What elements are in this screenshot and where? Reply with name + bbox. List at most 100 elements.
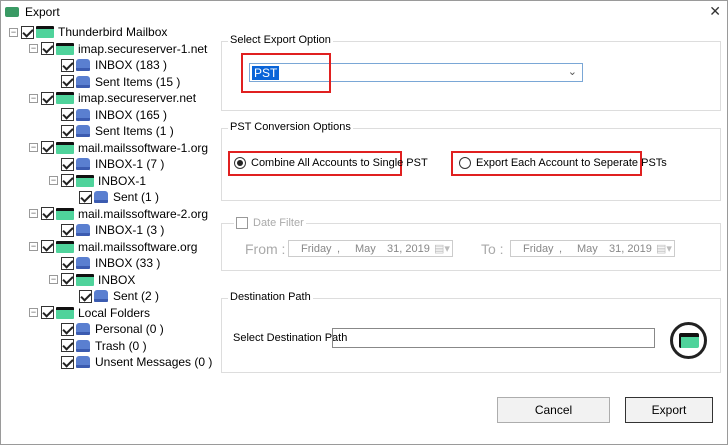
chevron-down-icon: ⌄ bbox=[567, 66, 577, 78]
tree-item[interactable]: Unsent Messages (0 ) bbox=[61, 354, 212, 370]
folder-open-icon bbox=[678, 333, 699, 348]
collapse-icon[interactable]: − bbox=[29, 308, 38, 317]
tree-item[interactable]: − INBOX bbox=[49, 272, 135, 288]
tree-item[interactable]: − Thunderbird Mailbox bbox=[9, 24, 167, 40]
destination-path-input[interactable] bbox=[332, 328, 655, 348]
tree-item-label: imap.secureserver.net bbox=[78, 91, 197, 105]
title-bar: Export ✕ bbox=[1, 1, 727, 23]
checkbox-checked[interactable] bbox=[41, 141, 54, 154]
collapse-icon[interactable]: − bbox=[29, 93, 38, 103]
checkbox-checked[interactable] bbox=[41, 91, 54, 105]
checkbox-checked[interactable] bbox=[61, 58, 74, 72]
checkbox-checked[interactable] bbox=[61, 174, 74, 187]
from-sep: , bbox=[337, 242, 341, 255]
tree-item-label: mail.mailssoftware-2.org bbox=[78, 206, 209, 221]
tree-item-label: INBOX bbox=[98, 272, 136, 287]
tree-item[interactable]: − imap.secureserver.net bbox=[29, 90, 196, 106]
from-date-picker[interactable]: Friday , May 31, 2019 ▤▾ bbox=[288, 240, 453, 257]
combine-radio[interactable]: Combine All Accounts to Single PST bbox=[234, 157, 428, 170]
tree-item-label: Trash (0 ) bbox=[95, 338, 147, 353]
window-title: Export bbox=[25, 5, 60, 19]
destination-label: Select Destination Path bbox=[233, 332, 348, 344]
cancel-button[interactable]: Cancel bbox=[497, 397, 610, 423]
tree-item-label: Sent (1 ) bbox=[113, 190, 160, 204]
app-icon bbox=[5, 7, 19, 17]
collapse-icon[interactable]: − bbox=[29, 242, 38, 251]
tree-item[interactable]: Personal (0 ) bbox=[61, 321, 164, 337]
checkbox-checked[interactable] bbox=[41, 42, 54, 55]
close-button[interactable]: ✕ bbox=[709, 3, 721, 20]
collapse-icon[interactable]: − bbox=[29, 209, 38, 218]
to-sep: , bbox=[559, 242, 563, 255]
to-day: Friday bbox=[523, 242, 554, 255]
checkbox-checked[interactable] bbox=[61, 256, 74, 270]
tree-item-label: INBOX (183 ) bbox=[95, 58, 168, 72]
checkbox-checked[interactable] bbox=[41, 240, 54, 253]
checkbox-checked[interactable] bbox=[79, 190, 92, 204]
separate-label: Export Each Account to Seperate PSTs bbox=[476, 157, 667, 169]
tree-item[interactable]: − mail.mailssoftware.org bbox=[29, 239, 197, 255]
tree-item[interactable]: Sent (1 ) bbox=[79, 189, 159, 205]
folder-icon bbox=[56, 240, 74, 253]
tree-item[interactable]: − Local Folders bbox=[29, 305, 150, 321]
tree-item[interactable]: − imap.secureserver-1.net bbox=[29, 41, 207, 57]
tree-item[interactable]: INBOX (165 ) bbox=[61, 107, 167, 123]
tree-item[interactable]: INBOX (183 ) bbox=[61, 57, 167, 73]
mail-folder-icon bbox=[76, 108, 90, 121]
checkbox-checked[interactable] bbox=[61, 223, 74, 237]
tree-item[interactable]: Sent Items (15 ) bbox=[61, 74, 180, 90]
folder-icon bbox=[56, 306, 74, 319]
mail-folder-icon bbox=[76, 323, 90, 335]
collapse-icon[interactable]: − bbox=[9, 27, 18, 37]
tree-item[interactable]: − mail.mailssoftware-2.org bbox=[29, 206, 208, 222]
tree-item[interactable]: INBOX-1 (7 ) bbox=[61, 156, 164, 172]
collapse-icon[interactable]: − bbox=[29, 143, 38, 152]
collapse-icon[interactable]: − bbox=[29, 44, 38, 53]
date-filter-checkbox[interactable]: Date Filter bbox=[234, 217, 306, 229]
checkbox-checked[interactable] bbox=[61, 157, 74, 171]
browse-folder-button[interactable] bbox=[670, 322, 707, 359]
separate-radio[interactable]: Export Each Account to Seperate PSTs bbox=[459, 157, 667, 170]
tree-item[interactable]: INBOX-1 (3 ) bbox=[61, 222, 164, 238]
radio-checked-icon bbox=[234, 157, 246, 170]
tree-item[interactable]: Sent Items (1 ) bbox=[61, 123, 174, 139]
export-dialog: Export ✕ − Thunderbird Mailbox − imap.secur… bbox=[0, 0, 728, 445]
collapse-icon[interactable]: − bbox=[49, 275, 58, 284]
mail-folder-icon bbox=[94, 290, 108, 302]
checkbox-checked[interactable] bbox=[61, 108, 74, 121]
checkbox-checked[interactable] bbox=[61, 355, 74, 369]
calendar-icon: ▤▾ bbox=[656, 243, 672, 255]
mail-folder-icon bbox=[76, 75, 90, 88]
tree-item[interactable]: Sent (2 ) bbox=[79, 288, 159, 304]
to-date-picker[interactable]: Friday , May 31, 2019 ▤▾ bbox=[510, 240, 675, 257]
checkbox-checked[interactable] bbox=[61, 124, 74, 138]
export-button[interactable]: Export bbox=[625, 397, 713, 423]
tree-item-label: imap.secureserver-1.net bbox=[78, 41, 208, 56]
tree-item[interactable]: − INBOX-1 bbox=[49, 173, 146, 189]
checkbox-checked[interactable] bbox=[61, 75, 74, 88]
tree-item[interactable]: Trash (0 ) bbox=[61, 338, 147, 354]
checkbox-checked[interactable] bbox=[21, 25, 34, 39]
checkbox-checked[interactable] bbox=[41, 207, 54, 220]
folder-icon bbox=[56, 92, 74, 104]
checkbox-checked[interactable] bbox=[61, 322, 74, 336]
mail-folder-icon bbox=[76, 158, 90, 170]
mail-folder-icon bbox=[76, 257, 90, 269]
tree-item-label: Sent Items (1 ) bbox=[95, 124, 174, 138]
combine-label: Combine All Accounts to Single PST bbox=[251, 157, 428, 169]
tree-item[interactable]: − mail.mailssoftware-1.org bbox=[29, 140, 208, 156]
pst-options-legend: PST Conversion Options bbox=[228, 121, 353, 133]
tree-item[interactable]: INBOX (33 ) bbox=[61, 255, 160, 271]
highlight-box bbox=[241, 53, 331, 93]
mail-folder-icon bbox=[76, 356, 90, 368]
folder-icon bbox=[76, 273, 94, 286]
collapse-icon[interactable]: − bbox=[49, 176, 58, 185]
tree-item-label: Sent (2 ) bbox=[113, 289, 160, 303]
checkbox-checked[interactable] bbox=[41, 306, 54, 319]
tree-item-label: Local Folders bbox=[78, 305, 151, 320]
checkbox-checked[interactable] bbox=[61, 273, 74, 286]
checkbox-icon bbox=[236, 217, 248, 229]
checkbox-checked[interactable] bbox=[79, 289, 92, 303]
tree-item-label: Thunderbird Mailbox bbox=[58, 25, 168, 39]
checkbox-checked[interactable] bbox=[61, 339, 74, 352]
